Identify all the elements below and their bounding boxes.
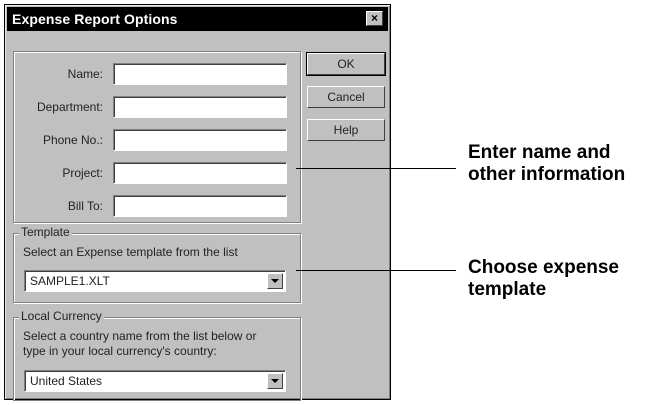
callout-template-line1: Choose expense — [468, 257, 619, 278]
department-label: Department: — [36, 100, 103, 114]
callout-fields-line1: Enter name and — [468, 142, 611, 163]
currency-select[interactable]: United States — [24, 370, 286, 392]
ok-button[interactable]: OK — [306, 52, 386, 76]
chevron-down-icon — [271, 379, 279, 383]
project-label: Project: — [62, 166, 103, 180]
currency-description-line1: Select a country name from the list belo… — [23, 329, 257, 343]
callout-fields: Enter name and other information — [468, 142, 625, 186]
phone-label: Phone No.: — [42, 133, 103, 147]
currency-selected-value: United States — [30, 374, 103, 388]
help-button[interactable]: Help — [307, 119, 385, 141]
currency-legend: Local Currency — [19, 309, 104, 323]
template-legend: Template — [19, 225, 72, 239]
expense-report-options-dialog: Expense Report Options × Name: Departmen… — [4, 4, 391, 401]
chevron-down-icon — [271, 279, 279, 283]
callout-line-template — [296, 270, 456, 271]
currency-dropdown-button[interactable] — [267, 373, 283, 389]
callout-template-line2: template — [468, 279, 547, 300]
template-select[interactable]: SAMPLE1.XLT — [24, 270, 286, 292]
callout-line-fields — [296, 168, 456, 169]
dialog-title: Expense Report Options — [12, 11, 178, 27]
bill-to-label: Bill To: — [67, 199, 103, 213]
phone-field[interactable] — [113, 129, 287, 151]
cancel-button[interactable]: Cancel — [307, 86, 385, 108]
callout-template: Choose expense template — [468, 257, 619, 301]
template-group: Template Select an Expense template from… — [13, 225, 301, 303]
name-label: Name: — [67, 67, 103, 81]
name-field[interactable] — [113, 63, 287, 85]
template-description: Select an Expense template from the list — [23, 245, 238, 259]
currency-group: Local Currency Select a country name fro… — [13, 309, 301, 401]
department-field[interactable] — [113, 96, 287, 118]
currency-description-line2: type in your local currency's country: — [23, 344, 217, 358]
template-selected-value: SAMPLE1.XLT — [30, 274, 110, 288]
callout-fields-line2: other information — [468, 164, 626, 185]
bill-to-field[interactable] — [113, 195, 287, 217]
close-button[interactable]: × — [366, 11, 383, 26]
template-dropdown-button[interactable] — [267, 273, 283, 289]
title-bar[interactable]: Expense Report Options × — [7, 7, 388, 31]
project-field[interactable] — [113, 162, 287, 184]
